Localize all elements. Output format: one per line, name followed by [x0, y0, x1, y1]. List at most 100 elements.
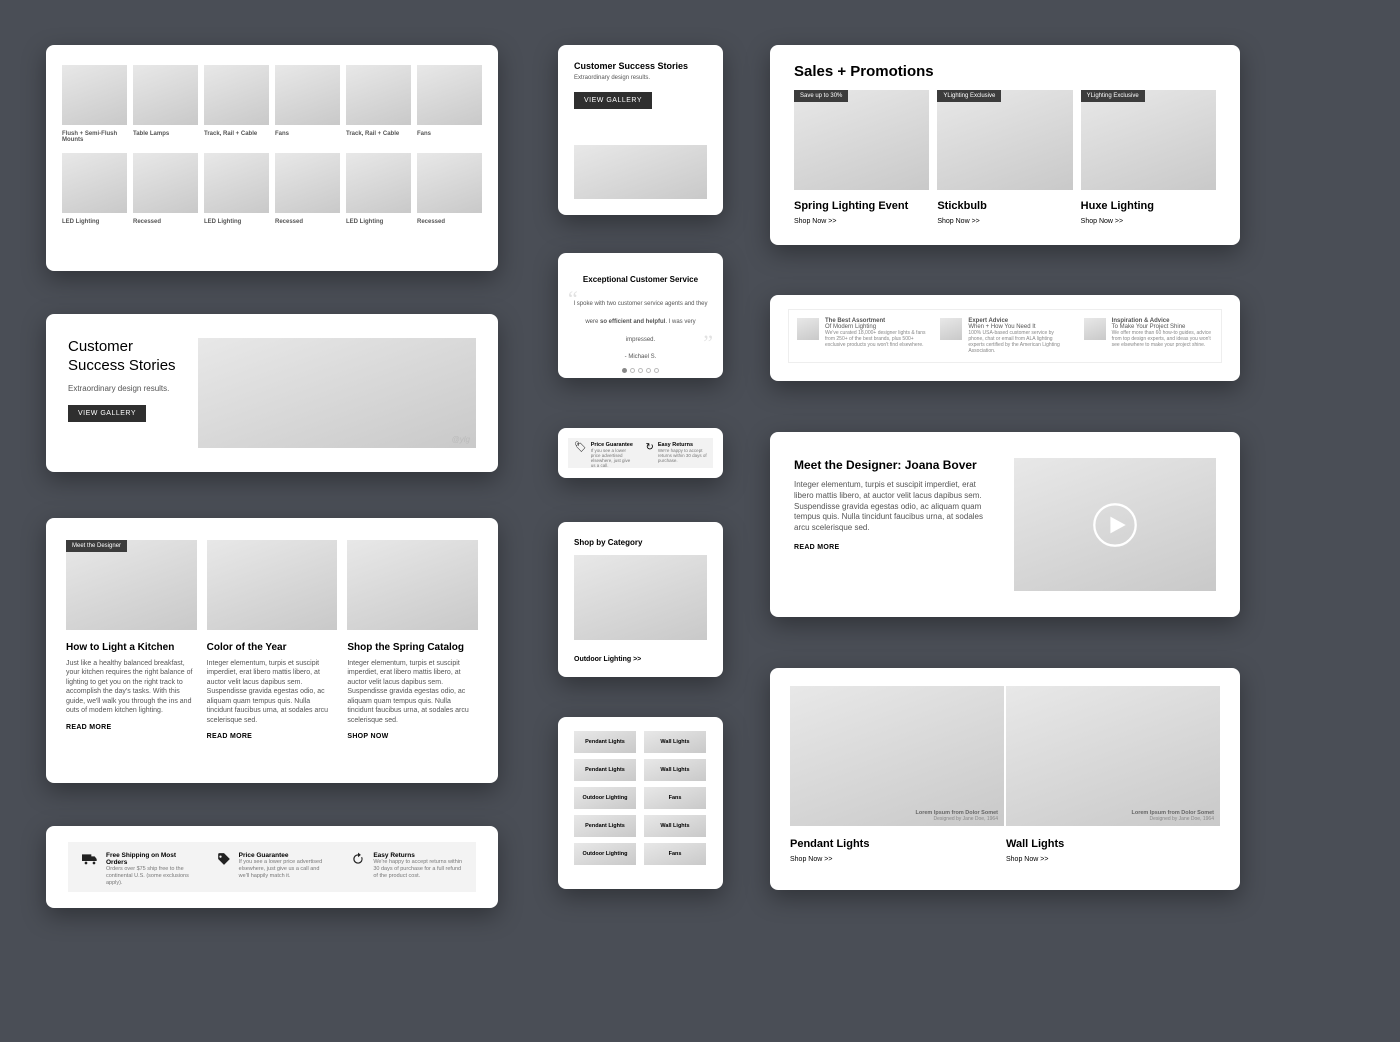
cat-label: LED Lighting: [204, 219, 269, 225]
view-gallery-button[interactable]: VIEW GALLERY: [574, 92, 652, 109]
card-dual-hero: Lorem Ipsum from Dolor Somet Designed by…: [770, 668, 1240, 890]
hero-title: Wall Lights: [1006, 838, 1220, 850]
pagination-dots[interactable]: [572, 368, 709, 373]
cat-tile[interactable]: LED Lighting: [204, 153, 269, 235]
cat-label: Recessed: [275, 219, 340, 225]
mini-cat-tile[interactable]: Outdoor Lighting: [574, 787, 636, 809]
tag-icon: 🏷: [574, 442, 587, 453]
card-testimonial: Exceptional Customer Service “ I spoke w…: [558, 253, 723, 378]
info-item: Inspiration & Advice To Make Your Projec…: [1084, 318, 1213, 354]
view-gallery-button[interactable]: VIEW GALLERY: [68, 405, 146, 422]
mini-cat-label: Wall Lights: [660, 739, 689, 745]
cat-label: Flush + Semi-Flush Mounts: [62, 131, 127, 143]
mini-cat-tile[interactable]: Pendant Lights: [574, 815, 636, 837]
read-more-link[interactable]: READ MORE: [794, 544, 996, 551]
cat-label: LED Lighting: [346, 219, 411, 225]
info-item: Expert Advice When + How You Need It 100…: [940, 318, 1069, 354]
article-title: Color of the Year: [207, 642, 338, 653]
dot-icon[interactable]: [654, 368, 659, 373]
card-shop-category: Shop by Category Outdoor Lighting >>: [558, 522, 723, 677]
dot-active-icon[interactable]: [622, 368, 627, 373]
card-sales: Sales + Promotions Save up to 30% Spring…: [770, 45, 1240, 245]
heading-line1: Customer: [68, 338, 188, 357]
article-body: Integer elementum, turpis et suscipit im…: [207, 659, 338, 725]
mini-cat-tile[interactable]: Wall Lights: [644, 759, 706, 781]
card-success-wide: Customer Success Stories Extraordinary d…: [46, 314, 498, 472]
heading: Meet the Designer: Joana Bover: [794, 458, 996, 472]
read-more-link[interactable]: READ MORE: [207, 733, 338, 740]
dot-icon[interactable]: [646, 368, 651, 373]
promo-title: Spring Lighting Event: [794, 200, 929, 212]
promo-tag: YLighting Exclusive: [1081, 90, 1145, 102]
mini-cat-label: Fans: [669, 795, 682, 801]
promo-cta[interactable]: Shop Now >>: [937, 218, 1072, 225]
article-body: Just like a healthy balanced breakfast, …: [66, 659, 197, 716]
cat-tile[interactable]: Flush + Semi-Flush Mounts: [62, 65, 127, 153]
mini-promo: ↻ Easy Returns We're happy to accept ret…: [646, 442, 708, 464]
mini-cat-tile[interactable]: Wall Lights: [644, 815, 706, 837]
cat-label: Track, Rail + Cable: [346, 131, 411, 137]
article-tile[interactable]: Color of the Year Integer elementum, tur…: [207, 540, 338, 740]
mini-cat-label: Fans: [669, 851, 682, 857]
promo-tile[interactable]: YLighting Exclusive Stickbulb Shop Now >…: [937, 90, 1072, 225]
mini-cat-label: Pendant Lights: [585, 767, 625, 773]
cat-tile[interactable]: Track, Rail + Cable: [204, 65, 269, 153]
quote-close-icon: ”: [703, 330, 713, 356]
author: - Michael S.: [572, 354, 709, 360]
promo-cta[interactable]: Shop Now >>: [1081, 218, 1216, 225]
card-mini-promos: 🏷 Price Guarantee If you see a lower pri…: [558, 428, 723, 478]
mini-cat-tile[interactable]: Fans: [644, 843, 706, 865]
mini-cat-tile[interactable]: Wall Lights: [644, 731, 706, 753]
mini-promo: 🏷 Price Guarantee If you see a lower pri…: [574, 442, 636, 464]
cat-tile[interactable]: Track, Rail + Cable: [346, 65, 411, 153]
mini-cat-tile[interactable]: Pendant Lights: [574, 759, 636, 781]
info-body: 100% USA-based customer service by phone…: [968, 330, 1069, 354]
cat-tile[interactable]: Recessed: [275, 153, 340, 235]
hero-tile[interactable]: Lorem Ipsum from Dolor Somet Designed by…: [790, 686, 1004, 863]
cat-tile[interactable]: Recessed: [417, 153, 482, 235]
card-category-grid: Flush + Semi-Flush Mounts Table Lamps Tr…: [46, 45, 498, 271]
cat-tile[interactable]: Fans: [275, 65, 340, 153]
article-body: Integer elementum, turpis et suscipit im…: [347, 659, 478, 725]
cat-tile[interactable]: LED Lighting: [62, 153, 127, 235]
mini-cat-tile[interactable]: Pendant Lights: [574, 731, 636, 753]
article-tile[interactable]: Meet the Designer How to Light a Kitchen…: [66, 540, 197, 740]
benefit-body: Orders over $75 ship free to the contine…: [106, 866, 193, 887]
benefit-title: Price Guarantee: [239, 852, 328, 859]
promo-tile[interactable]: YLighting Exclusive Huxe Lighting Shop N…: [1081, 90, 1216, 225]
cat-label: Fans: [417, 131, 482, 137]
video-thumbnail[interactable]: [1014, 458, 1216, 591]
dot-icon[interactable]: [630, 368, 635, 373]
mini-cat-tile[interactable]: Fans: [644, 787, 706, 809]
shop-now-link[interactable]: SHOP NOW: [347, 733, 478, 740]
benefit-item: Price Guarantee If you see a lower price…: [217, 852, 328, 882]
card-designer: Meet the Designer: Joana Bover Integer e…: [770, 432, 1240, 617]
mini-cat-label: Wall Lights: [660, 823, 689, 829]
promo-cta[interactable]: Shop Now >>: [794, 218, 929, 225]
read-more-link[interactable]: READ MORE: [66, 724, 197, 731]
benefit-body: If you see a lower price advertised else…: [239, 859, 328, 880]
hero-cta[interactable]: Shop Now >>: [1006, 856, 1220, 863]
caption-sub: Designed by Jane Doe, 1964: [1131, 816, 1214, 822]
info-body: We offer more than 60 how-to guides, adv…: [1112, 330, 1213, 348]
heading: Exceptional Customer Service: [572, 275, 709, 284]
cat-label: Recessed: [417, 219, 482, 225]
cat-tile[interactable]: Recessed: [133, 153, 198, 235]
hero-cta[interactable]: Shop Now >>: [790, 856, 1004, 863]
article-tile[interactable]: Shop the Spring Catalog Integer elementu…: [347, 540, 478, 740]
mini-cat-label: Outdoor Lighting: [583, 795, 628, 801]
mini-cat-label: Pendant Lights: [585, 823, 625, 829]
quote-bold: so efficient and helpful: [600, 319, 665, 325]
category-link[interactable]: Outdoor Lighting >>: [574, 656, 707, 663]
dot-icon[interactable]: [638, 368, 643, 373]
hero-tile[interactable]: Lorem Ipsum from Dolor Somet Designed by…: [1006, 686, 1220, 863]
promo-tile[interactable]: Save up to 30% Spring Lighting Event Sho…: [794, 90, 929, 225]
refresh-icon: ↻: [646, 442, 654, 453]
body: Integer elementum, turpis et suscipit im…: [794, 480, 996, 534]
cat-tile[interactable]: Fans: [417, 65, 482, 153]
mini-cat-tile[interactable]: Outdoor Lighting: [574, 843, 636, 865]
info-item: The Best Assortment Of Modern Lighting W…: [797, 318, 926, 354]
cat-tile[interactable]: Table Lamps: [133, 65, 198, 153]
cat-tile[interactable]: LED Lighting: [346, 153, 411, 235]
category-image[interactable]: [574, 555, 707, 640]
